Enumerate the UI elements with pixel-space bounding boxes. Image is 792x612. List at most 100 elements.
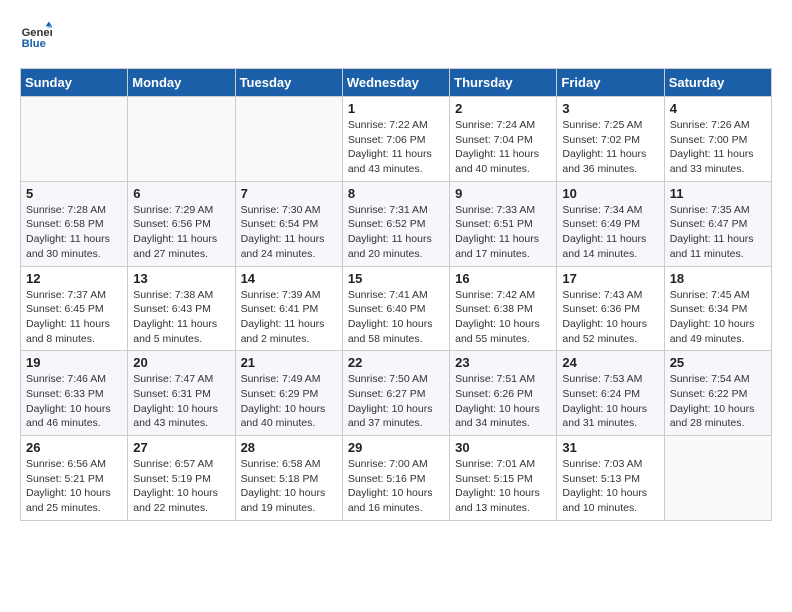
- calendar-cell: 27 Sunrise: 6:57 AMSunset: 5:19 PMDayligh…: [128, 436, 235, 521]
- day-info: Sunrise: 7:50 AMSunset: 6:27 PMDaylight:…: [348, 372, 444, 431]
- day-number: 4: [670, 101, 766, 116]
- day-info: Sunrise: 7:28 AMSunset: 6:58 PMDaylight:…: [26, 203, 122, 262]
- day-info: Sunrise: 7:45 AMSunset: 6:34 PMDaylight:…: [670, 288, 766, 347]
- calendar-cell: [128, 97, 235, 182]
- day-number: 21: [241, 355, 337, 370]
- header-saturday: Saturday: [664, 69, 771, 97]
- calendar-cell: 31 Sunrise: 7:03 AMSunset: 5:13 PMDayligh…: [557, 436, 664, 521]
- day-number: 2: [455, 101, 551, 116]
- day-info: Sunrise: 6:57 AMSunset: 5:19 PMDaylight:…: [133, 457, 229, 516]
- calendar-cell: 2 Sunrise: 7:24 AMSunset: 7:04 PMDaylight…: [450, 97, 557, 182]
- day-info: Sunrise: 7:46 AMSunset: 6:33 PMDaylight:…: [26, 372, 122, 431]
- logo-icon: General Blue: [20, 20, 52, 52]
- calendar-cell: 21 Sunrise: 7:49 AMSunset: 6:29 PMDayligh…: [235, 351, 342, 436]
- svg-text:General: General: [22, 27, 52, 39]
- day-info: Sunrise: 7:49 AMSunset: 6:29 PMDaylight:…: [241, 372, 337, 431]
- day-number: 1: [348, 101, 444, 116]
- day-info: Sunrise: 7:43 AMSunset: 6:36 PMDaylight:…: [562, 288, 658, 347]
- logo: General Blue: [20, 20, 56, 52]
- calendar-cell: 9Sunrise: 7:33 AMSunset: 6:51 PMDaylight…: [450, 181, 557, 266]
- day-info: Sunrise: 7:35 AMSunset: 6:47 PMDaylight:…: [670, 203, 766, 262]
- day-number: 17: [562, 271, 658, 286]
- day-info: Sunrise: 6:56 AMSunset: 5:21 PMDaylight:…: [26, 457, 122, 516]
- day-info: Sunrise: 7:26 AMSunset: 7:00 PMDaylight:…: [670, 118, 766, 177]
- day-number: 15: [348, 271, 444, 286]
- day-info: Sunrise: 7:30 AMSunset: 6:54 PMDaylight:…: [241, 203, 337, 262]
- day-number: 11: [670, 186, 766, 201]
- day-number: 31: [562, 440, 658, 455]
- day-info: Sunrise: 7:47 AMSunset: 6:31 PMDaylight:…: [133, 372, 229, 431]
- calendar-table: SundayMondayTuesdayWednesdayThursdayFrid…: [20, 68, 772, 521]
- day-number: 18: [670, 271, 766, 286]
- day-number: 5: [26, 186, 122, 201]
- week-row-4: 19 Sunrise: 7:46 AMSunset: 6:33 PMDayligh…: [21, 351, 772, 436]
- day-info: Sunrise: 7:54 AMSunset: 6:22 PMDaylight:…: [670, 372, 766, 431]
- calendar-cell: 24Sunrise: 7:53 AMSunset: 6:24 PMDayligh…: [557, 351, 664, 436]
- calendar-cell: 22 Sunrise: 7:50 AMSunset: 6:27 PMDayligh…: [342, 351, 449, 436]
- calendar-cell: 26 Sunrise: 6:56 AMSunset: 5:21 PMDayligh…: [21, 436, 128, 521]
- day-info: Sunrise: 7:39 AMSunset: 6:41 PMDaylight:…: [241, 288, 337, 347]
- day-number: 13: [133, 271, 229, 286]
- calendar-cell: 17 Sunrise: 7:43 AMSunset: 6:36 PMDayligh…: [557, 266, 664, 351]
- calendar-cell: 5 Sunrise: 7:28 AMSunset: 6:58 PMDaylight…: [21, 181, 128, 266]
- calendar-cell: 29 Sunrise: 7:00 AMSunset: 5:16 PMDayligh…: [342, 436, 449, 521]
- day-info: Sunrise: 7:41 AMSunset: 6:40 PMDaylight:…: [348, 288, 444, 347]
- day-info: Sunrise: 7:03 AMSunset: 5:13 PMDaylight:…: [562, 457, 658, 516]
- day-number: 29: [348, 440, 444, 455]
- day-info: Sunrise: 7:25 AMSunset: 7:02 PMDaylight:…: [562, 118, 658, 177]
- day-info: Sunrise: 7:38 AMSunset: 6:43 PMDaylight:…: [133, 288, 229, 347]
- day-number: 12: [26, 271, 122, 286]
- day-info: Sunrise: 6:58 AMSunset: 5:18 PMDaylight:…: [241, 457, 337, 516]
- day-info: Sunrise: 7:42 AMSunset: 6:38 PMDaylight:…: [455, 288, 551, 347]
- day-info: Sunrise: 7:00 AMSunset: 5:16 PMDaylight:…: [348, 457, 444, 516]
- day-info: Sunrise: 7:01 AMSunset: 5:15 PMDaylight:…: [455, 457, 551, 516]
- week-row-2: 5 Sunrise: 7:28 AMSunset: 6:58 PMDaylight…: [21, 181, 772, 266]
- calendar-cell: 8 Sunrise: 7:31 AMSunset: 6:52 PMDaylight…: [342, 181, 449, 266]
- day-number: 23: [455, 355, 551, 370]
- calendar-cell: 4 Sunrise: 7:26 AMSunset: 7:00 PMDaylight…: [664, 97, 771, 182]
- day-number: 27: [133, 440, 229, 455]
- calendar-cell: 12 Sunrise: 7:37 AMSunset: 6:45 PMDayligh…: [21, 266, 128, 351]
- day-info: Sunrise: 7:51 AMSunset: 6:26 PMDaylight:…: [455, 372, 551, 431]
- day-number: 7: [241, 186, 337, 201]
- calendar-cell: 11 Sunrise: 7:35 AMSunset: 6:47 PMDayligh…: [664, 181, 771, 266]
- day-number: 25: [670, 355, 766, 370]
- header-tuesday: Tuesday: [235, 69, 342, 97]
- calendar-cell: 15 Sunrise: 7:41 AMSunset: 6:40 PMDayligh…: [342, 266, 449, 351]
- calendar-cell: 30 Sunrise: 7:01 AMSunset: 5:15 PMDayligh…: [450, 436, 557, 521]
- calendar-cell: [235, 97, 342, 182]
- day-number: 16: [455, 271, 551, 286]
- header-thursday: Thursday: [450, 69, 557, 97]
- day-info: Sunrise: 7:34 AMSunset: 6:49 PMDaylight:…: [562, 203, 658, 262]
- calendar-cell: 28 Sunrise: 6:58 AMSunset: 5:18 PMDayligh…: [235, 436, 342, 521]
- day-number: 10: [562, 186, 658, 201]
- calendar-cell: 16 Sunrise: 7:42 AMSunset: 6:38 PMDayligh…: [450, 266, 557, 351]
- day-number: 22: [348, 355, 444, 370]
- day-number: 24: [562, 355, 658, 370]
- day-info: Sunrise: 7:31 AMSunset: 6:52 PMDaylight:…: [348, 203, 444, 262]
- calendar-cell: 10 Sunrise: 7:34 AMSunset: 6:49 PMDayligh…: [557, 181, 664, 266]
- day-number: 30: [455, 440, 551, 455]
- day-info: Sunrise: 7:37 AMSunset: 6:45 PMDaylight:…: [26, 288, 122, 347]
- calendar-cell: 14 Sunrise: 7:39 AMSunset: 6:41 PMDayligh…: [235, 266, 342, 351]
- calendar-cell: 7 Sunrise: 7:30 AMSunset: 6:54 PMDaylight…: [235, 181, 342, 266]
- week-row-1: 1 Sunrise: 7:22 AMSunset: 7:06 PMDaylight…: [21, 97, 772, 182]
- day-number: 8: [348, 186, 444, 201]
- day-info: Sunrise: 7:29 AMSunset: 6:56 PMDaylight:…: [133, 203, 229, 262]
- calendar-cell: 19 Sunrise: 7:46 AMSunset: 6:33 PMDayligh…: [21, 351, 128, 436]
- day-number: 14: [241, 271, 337, 286]
- calendar-cell: 6Sunrise: 7:29 AMSunset: 6:56 PMDaylight…: [128, 181, 235, 266]
- calendar-cell: [664, 436, 771, 521]
- header-wednesday: Wednesday: [342, 69, 449, 97]
- calendar-cell: 13 Sunrise: 7:38 AMSunset: 6:43 PMDayligh…: [128, 266, 235, 351]
- day-number: 28: [241, 440, 337, 455]
- calendar-cell: 18 Sunrise: 7:45 AMSunset: 6:34 PMDayligh…: [664, 266, 771, 351]
- calendar-cell: [21, 97, 128, 182]
- calendar-cell: 25 Sunrise: 7:54 AMSunset: 6:22 PMDayligh…: [664, 351, 771, 436]
- day-number: 19: [26, 355, 122, 370]
- calendar-cell: 1 Sunrise: 7:22 AMSunset: 7:06 PMDaylight…: [342, 97, 449, 182]
- day-info: Sunrise: 7:22 AMSunset: 7:06 PMDaylight:…: [348, 118, 444, 177]
- day-number: 26: [26, 440, 122, 455]
- day-info: Sunrise: 7:24 AMSunset: 7:04 PMDaylight:…: [455, 118, 551, 177]
- svg-text:Blue: Blue: [22, 38, 46, 50]
